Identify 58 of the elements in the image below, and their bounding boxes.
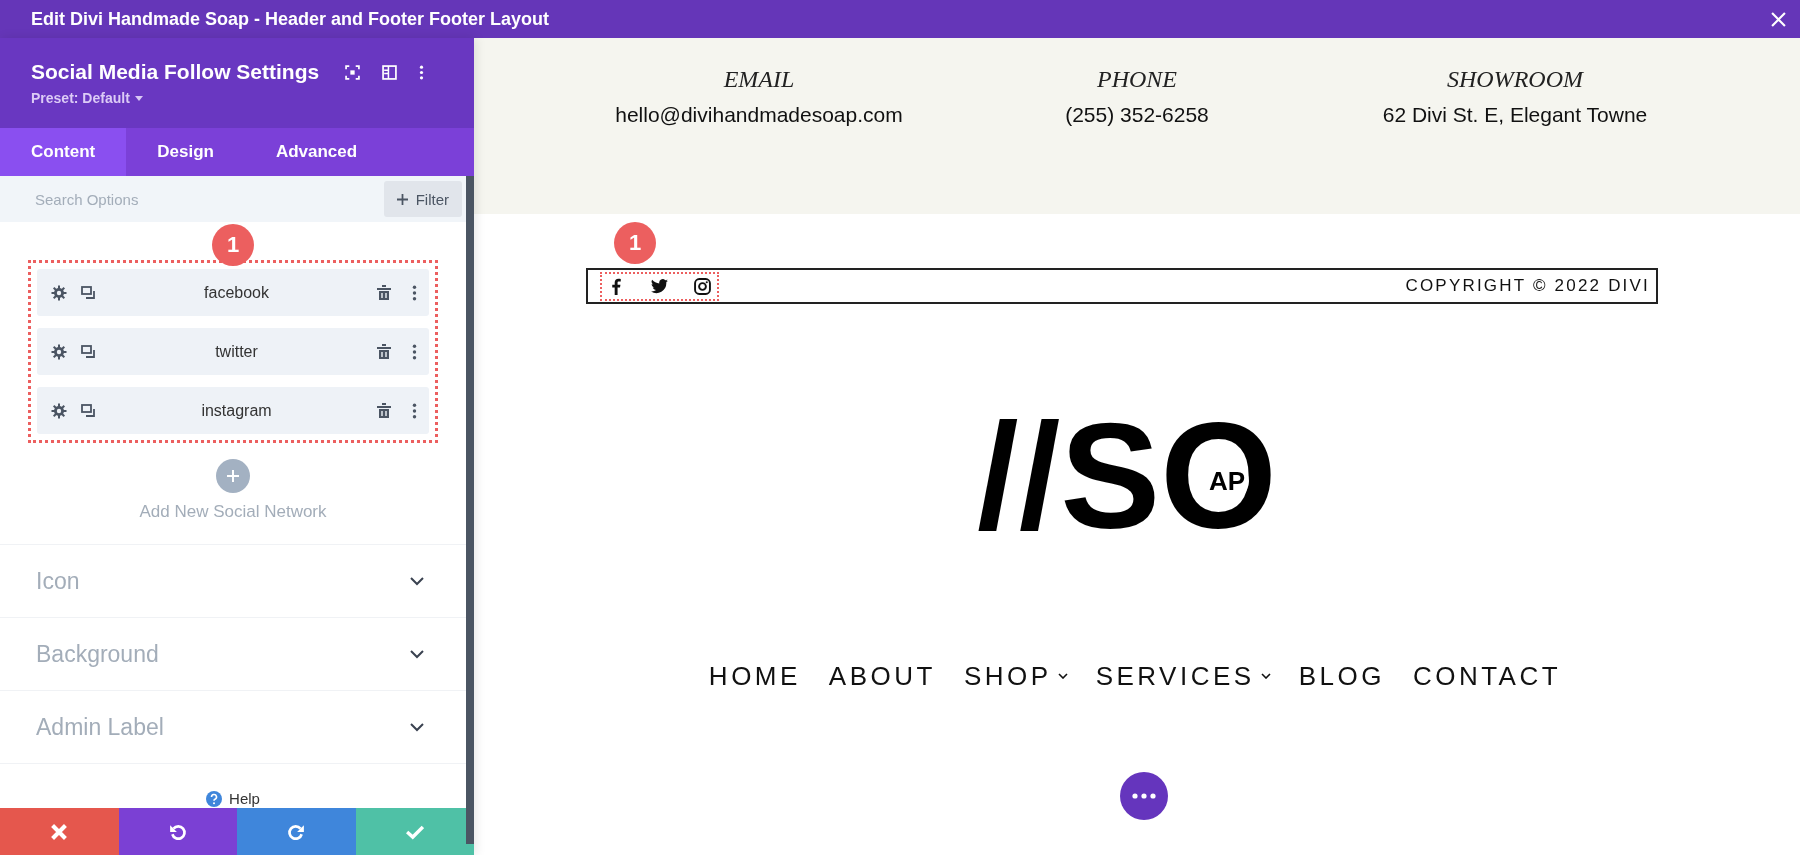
trash-icon[interactable] [376,343,392,360]
caret-icon[interactable] [1057,673,1068,679]
preset-dropdown[interactable]: Preset: Default [31,90,130,106]
gear-icon[interactable] [51,284,67,301]
filter-button[interactable]: Filter [383,181,462,217]
help-link[interactable]: Help [229,790,260,807]
nav-link[interactable]: HOME [708,660,801,692]
duplicate-icon[interactable] [81,343,97,360]
chevron-icon[interactable] [410,649,424,659]
nav-link[interactable]: CONTACT [1412,660,1562,692]
more-icon[interactable] [412,284,417,301]
contact-label: PHONE [1097,66,1177,93]
nav-link[interactable]: ABOUT [828,660,936,692]
help-icon[interactable] [206,790,223,807]
nav-link[interactable]: BLOG [1298,660,1385,692]
nav-link[interactable]: SHOP [963,660,1052,692]
contact-label: EMAIL [723,66,795,93]
bird-icon[interactable] [651,277,668,295]
tab[interactable]: Advanced [244,128,389,176]
duplicate-icon[interactable] [81,402,97,419]
tab[interactable]: Content [0,128,127,176]
nav-link[interactable]: SERVICES [1095,660,1255,692]
more-icon[interactable] [412,343,417,360]
more-icon[interactable] [412,402,417,419]
sidebar-icon[interactable] [382,64,398,80]
close-icon[interactable] [1771,11,1786,27]
tab[interactable]: Design [126,128,245,176]
network-item[interactable]: twitter [37,328,429,375]
chevron-icon[interactable] [410,722,424,732]
close-icon [50,822,69,841]
trash-icon[interactable] [376,284,392,301]
scrollbar[interactable] [466,176,474,844]
gear-icon[interactable] [51,402,67,419]
trash-icon[interactable] [376,402,392,419]
network-item[interactable]: facebook [37,269,429,316]
save-button[interactable] [355,808,474,855]
plus-icon [396,193,408,205]
more-button[interactable] [1120,771,1168,820]
network-item[interactable]: instagram [37,387,429,434]
contact-label: SHOWROOM [1447,66,1583,93]
undo-button[interactable] [118,808,237,855]
chevron-icon[interactable] [410,576,424,586]
gear-icon[interactable] [51,343,67,360]
caret-icon[interactable] [1260,673,1271,679]
redo-icon [287,822,306,841]
panel-title: Social Media Follow Settings [31,60,320,84]
more-icon[interactable] [419,64,425,80]
undo-icon [168,822,187,841]
contact-value: 62 Divi St. E, Elegant Towne [1382,103,1648,127]
contact-value: (255) 352-6258 [1065,103,1209,127]
window-title: Edit Divi Handmade Soap - Header and Footer Footer Layout [31,8,550,30]
focus-icon[interactable] [345,64,361,80]
step-badge: 1 [212,224,254,266]
instagram-icon[interactable] [694,277,711,295]
contact-value: hello@divihandmadesoap.com [615,103,903,127]
copyright-text: COPYRIGHT © 2022 DIVI [1405,276,1650,296]
duplicate-icon[interactable] [81,284,97,301]
step-badge: 1 [614,222,656,264]
